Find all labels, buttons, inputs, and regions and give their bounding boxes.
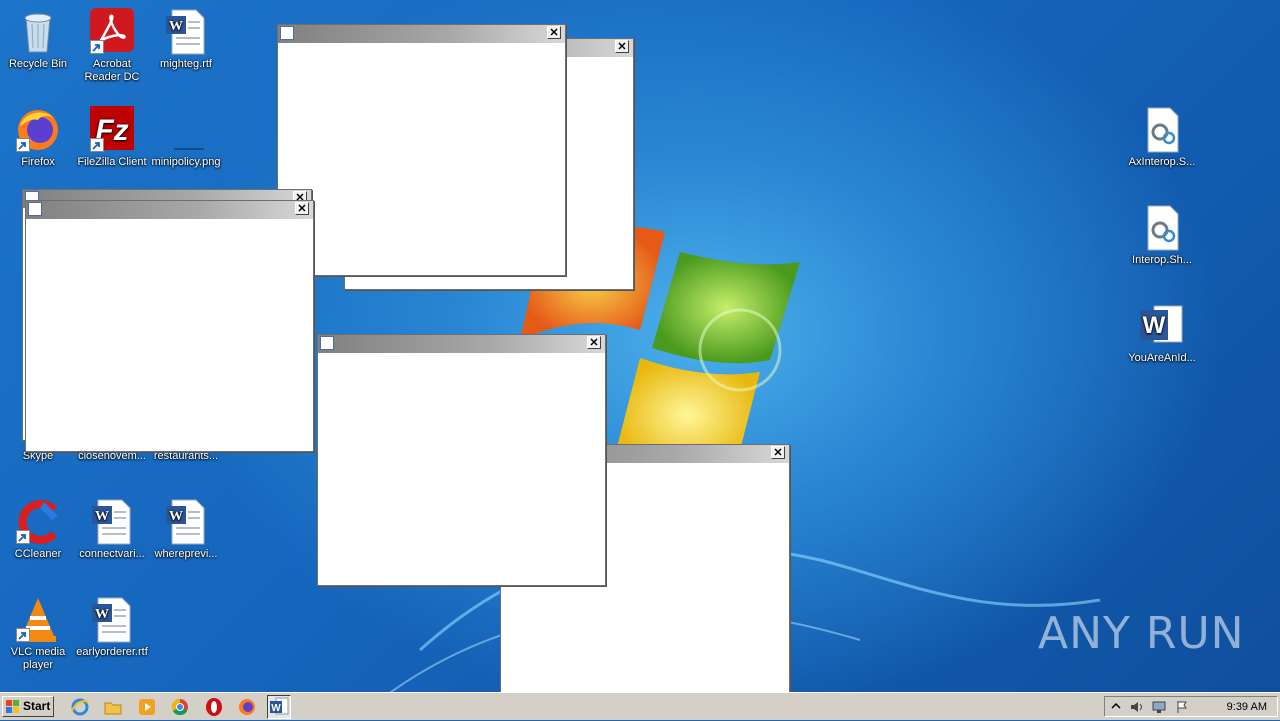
word-document-icon <box>28 202 42 216</box>
close-icon[interactable]: ✕ <box>547 26 561 39</box>
desktop-icon-minipolicy[interactable]: minipolicy.png <box>148 106 224 169</box>
window-titlebar[interactable]: ✕ <box>278 25 565 43</box>
start-label: Start <box>23 699 51 713</box>
opera-icon[interactable] <box>204 697 224 717</box>
svg-text:W: W <box>95 509 109 524</box>
blank-window[interactable]: ✕ <box>277 24 566 276</box>
config-file-icon <box>1138 204 1186 252</box>
word-document-icon: W <box>162 498 210 546</box>
desktop: Recycle Bin Acrobat Reader DC W mighteg.… <box>0 0 1280 692</box>
desktop-icon-label: CCleaner <box>14 548 62 560</box>
blank-window[interactable]: ✕ <box>317 334 606 586</box>
media-player-icon[interactable] <box>137 697 157 717</box>
close-icon[interactable]: ✕ <box>295 202 309 215</box>
desktop-icon-label: FileZilla Client <box>77 156 147 168</box>
recycle-bin-icon <box>14 8 62 56</box>
word-icon[interactable]: W <box>267 695 291 719</box>
acrobat-icon <box>88 8 136 56</box>
svg-text:W: W <box>169 509 183 524</box>
explorer-folder-icon[interactable] <box>103 697 123 717</box>
firefox-icon[interactable] <box>237 697 257 717</box>
svg-text:W: W <box>95 607 109 622</box>
desktop-icon-recycle-bin[interactable]: Recycle Bin <box>0 8 76 71</box>
shortcut-arrow-icon <box>90 138 104 152</box>
desktop-icon-label: AxInterop.S... <box>1128 156 1196 168</box>
image-file-icon <box>162 106 210 154</box>
clock[interactable]: 9:39 AM <box>1227 701 1267 713</box>
desktop-icon-filezilla[interactable]: Fz FileZilla Client <box>74 106 150 169</box>
desktop-icon-label: minipolicy.png <box>151 156 221 168</box>
config-file-icon <box>1138 106 1186 154</box>
word-document-icon: W <box>88 596 136 644</box>
firefox-icon <box>14 106 62 154</box>
shortcut-arrow-icon <box>16 138 30 152</box>
desktop-icon-vlc[interactable]: VLC media player <box>0 596 76 672</box>
desktop-icon-whereprevi[interactable]: W whereprevi... <box>148 498 224 561</box>
desktop-icon-label: connectvari... <box>79 548 145 560</box>
close-icon[interactable]: ✕ <box>587 336 601 349</box>
window-titlebar[interactable]: ✕ <box>318 335 605 353</box>
desktop-icon-label: Acrobat Reader DC <box>84 58 140 83</box>
desktop-icon-ccleaner[interactable]: CCleaner <box>0 498 76 561</box>
desktop-icon-connectvari[interactable]: W connectvari... <box>74 498 150 561</box>
shortcut-arrow-icon <box>16 530 30 544</box>
desktop-icon-label: whereprevi... <box>154 548 218 560</box>
desktop-icon-youareanid[interactable]: W YouAreAnId... <box>1124 302 1200 365</box>
anyrun-watermark: ANY RUN <box>1038 608 1245 659</box>
volume-icon[interactable] <box>1129 700 1145 714</box>
shortcut-arrow-icon <box>16 628 30 642</box>
action-center-flag-icon[interactable] <box>1175 700 1189 714</box>
network-icon[interactable] <box>1151 700 1167 714</box>
svg-text:W: W <box>169 19 183 34</box>
word-document-icon <box>320 336 334 350</box>
desktop-icon-label: mighteg.rtf <box>160 58 212 70</box>
word-document-icon: W <box>162 8 210 56</box>
desktop-icon-label: VLC media player <box>10 646 66 671</box>
desktop-icon-label: Interop.Sh... <box>1132 254 1192 266</box>
desktop-icon-interop[interactable]: Interop.Sh... <box>1124 204 1200 267</box>
taskbar: Start W 9:39 AM <box>0 692 1280 720</box>
svg-text:W: W <box>271 703 281 714</box>
filezilla-icon: Fz <box>88 106 136 154</box>
word-document-icon <box>280 26 294 40</box>
desktop-icon-label: Recycle Bin <box>8 58 68 70</box>
windows-flag-icon <box>6 700 19 713</box>
shortcut-arrow-icon <box>90 40 104 54</box>
word-app-icon: W <box>1138 302 1186 350</box>
svg-text:W: W <box>1143 312 1166 339</box>
desktop-icon-mighteg[interactable]: W mighteg.rtf <box>148 8 224 71</box>
window-titlebar[interactable]: ✕ <box>26 201 313 219</box>
desktop-icon-label: earlyorderer.rtf <box>76 646 148 658</box>
close-icon[interactable]: ✕ <box>771 446 785 459</box>
close-icon[interactable]: ✕ <box>615 40 629 53</box>
internet-explorer-icon[interactable] <box>70 697 90 717</box>
desktop-icon-firefox[interactable]: Firefox <box>0 106 76 169</box>
desktop-icon-earlyorderer[interactable]: W earlyorderer.rtf <box>74 596 150 659</box>
blank-window[interactable]: ✕ <box>25 200 314 452</box>
desktop-icon-label: Firefox <box>21 156 55 168</box>
system-tray: 9:39 AM <box>1104 696 1278 717</box>
word-document-icon: W <box>88 498 136 546</box>
ccleaner-icon <box>14 498 62 546</box>
desktop-icon-acrobat[interactable]: Acrobat Reader DC <box>74 8 150 84</box>
desktop-icon-axinterop[interactable]: AxInterop.S... <box>1124 106 1200 169</box>
chrome-icon[interactable] <box>170 697 190 717</box>
start-button[interactable]: Start <box>2 696 54 717</box>
vlc-icon <box>14 596 62 644</box>
show-hidden-icons-icon[interactable] <box>1111 701 1121 713</box>
desktop-icon-label: YouAreAnId... <box>1128 352 1196 364</box>
